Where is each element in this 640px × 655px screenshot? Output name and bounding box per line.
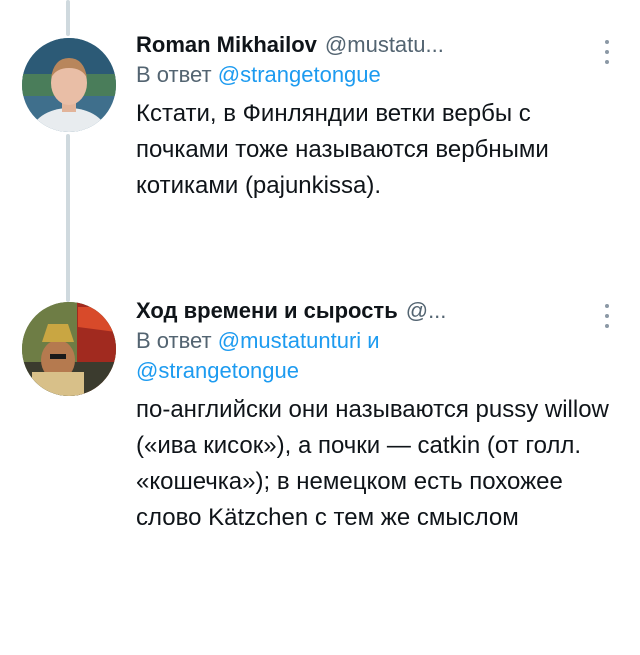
reply-prefix: В ответ (136, 62, 212, 87)
tweet[interactable]: Roman Mikhailov @mustatu... В ответ @str… (0, 0, 640, 290)
tweet-header: Roman Mikhailov @mustatu... (136, 30, 610, 60)
mention-link[interactable]: @mustatunturi (218, 328, 361, 353)
avatar[interactable] (22, 38, 116, 132)
reply-prefix: В ответ (136, 328, 212, 353)
reply-joiner: и (367, 328, 380, 353)
tweet-text: Кстати, в Финляндии ветки вербы с почкам… (136, 100, 549, 199)
tweet[interactable]: Ход времени и сырость @... В ответ @must… (0, 290, 640, 655)
author-handle[interactable]: @... (406, 296, 447, 326)
tweet-text: по-английски они называются pussy willow… (136, 396, 609, 531)
tweet-header: Ход времени и сырость @... (136, 296, 610, 326)
reply-to: В ответ @strangetongue (136, 60, 610, 90)
author-name[interactable]: Roman Mikhailov (136, 30, 317, 60)
author-handle[interactable]: @mustatu... (325, 30, 444, 60)
mention-link[interactable]: @strangetongue (218, 62, 381, 87)
reply-to: В ответ @mustatunturi и @strangetongue (136, 326, 436, 386)
author-name[interactable]: Ход времени и сырость (136, 296, 398, 326)
mention-link[interactable]: @strangetongue (136, 358, 299, 383)
avatar[interactable] (22, 302, 116, 396)
